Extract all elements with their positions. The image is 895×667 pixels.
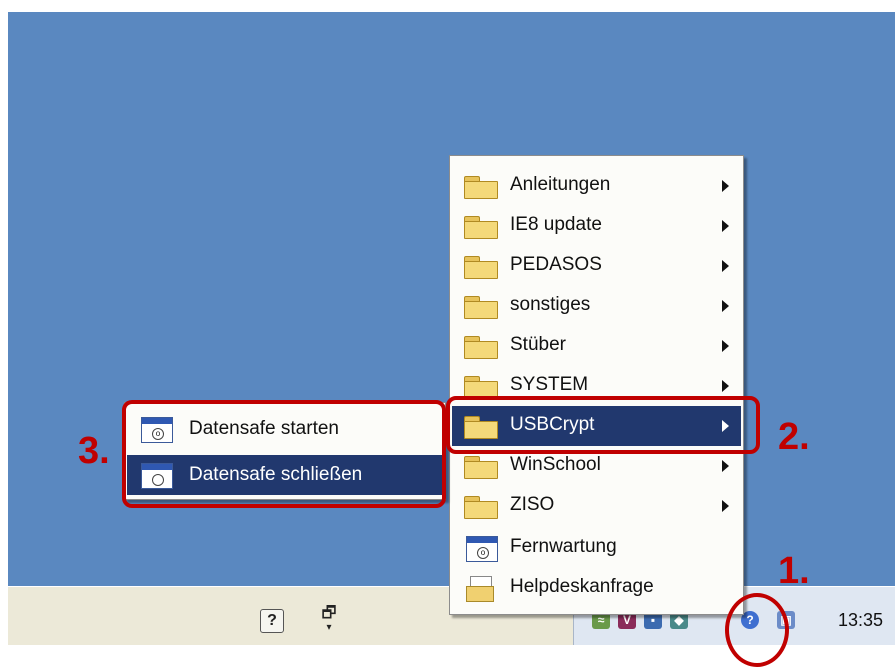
menu-item-anleitungen[interactable]: Anleitungen: [452, 166, 741, 206]
clock[interactable]: 13:35: [838, 610, 883, 631]
help-request-icon: [466, 574, 494, 602]
chevron-right-icon: [722, 260, 729, 272]
menu-item-ie8-update[interactable]: IE8 update: [452, 206, 741, 246]
chevron-down-icon: ▾: [326, 622, 332, 633]
folder-icon: [464, 376, 498, 399]
menu-item-label: Stüber: [510, 334, 566, 355]
menu-item-fernwartung[interactable]: o Fernwartung: [452, 528, 741, 568]
chevron-right-icon: [722, 300, 729, 312]
annotation-circle-step1: [725, 593, 789, 667]
annotation-label-step1: 1.: [778, 550, 810, 592]
chevron-right-icon: [722, 180, 729, 192]
menu-item-sonstiges[interactable]: sonstiges: [452, 286, 741, 326]
folder-icon: [464, 296, 498, 319]
folder-icon: [464, 456, 498, 479]
folder-icon: [464, 256, 498, 279]
menu-item-label: Anleitungen: [510, 174, 611, 195]
help-icon[interactable]: ?: [260, 609, 284, 633]
menu-item-label: sonstiges: [510, 294, 591, 315]
folder-icon: [464, 496, 498, 519]
menu-item-pedasos[interactable]: PEDASOS: [452, 246, 741, 286]
programs-menu: Anleitungen IE8 update PEDASOS sonstiges…: [449, 155, 744, 615]
annotation-box-step2: [446, 396, 760, 454]
folder-icon: [464, 176, 498, 199]
chevron-right-icon: [722, 220, 729, 232]
menu-item-ziso[interactable]: ZISO: [452, 486, 741, 526]
folder-icon: [464, 336, 498, 359]
annotation-label-step3: 3.: [78, 430, 110, 472]
chevron-right-icon: [722, 460, 729, 472]
menu-item-label: Helpdeskanfrage: [510, 576, 654, 597]
menu-item-helpdeskanfrage[interactable]: Helpdeskanfrage: [452, 568, 741, 608]
menu-item-label: IE8 update: [510, 214, 602, 235]
annotation-label-step2: 2.: [778, 416, 810, 458]
menu-item-stueber[interactable]: Stüber: [452, 326, 741, 366]
menu-item-label: PEDASOS: [510, 254, 602, 275]
menu-item-label: SYSTEM: [510, 374, 589, 395]
chevron-right-icon: [722, 340, 729, 352]
annotation-box-step3: [122, 400, 446, 508]
window-restore-icon[interactable]: 🗗 ▾: [316, 601, 342, 633]
menu-item-label: ZISO: [510, 494, 555, 515]
folder-icon: [464, 216, 498, 239]
restore-glyph: 🗗: [321, 605, 337, 622]
app-window-icon: o: [466, 536, 498, 562]
menu-item-label: WinSchool: [510, 454, 601, 475]
menu-item-label: Fernwartung: [510, 536, 617, 557]
chevron-right-icon: [722, 500, 729, 512]
chevron-right-icon: [722, 380, 729, 392]
